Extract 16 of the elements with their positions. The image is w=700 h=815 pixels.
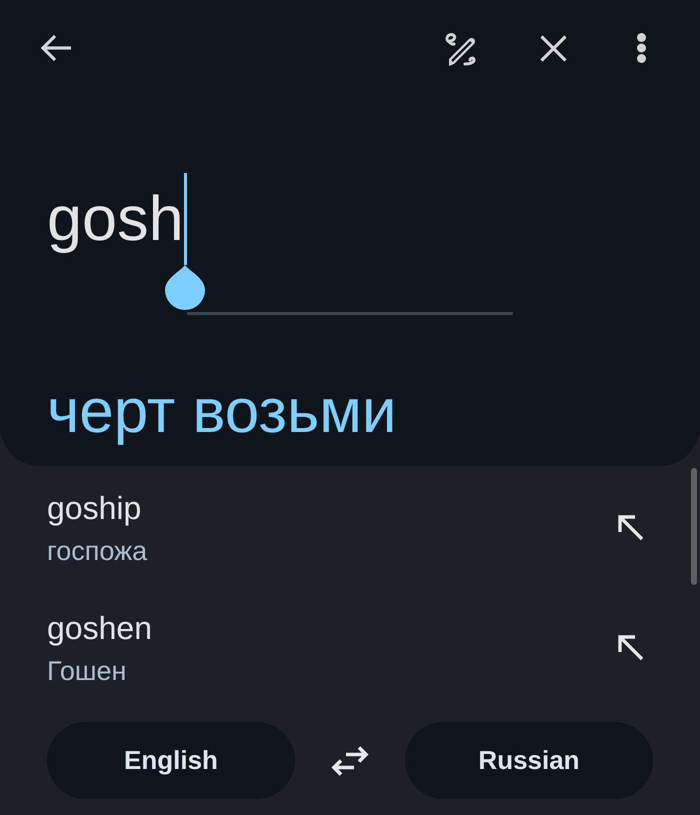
back-arrow-icon[interactable] (40, 34, 71, 62)
more-vertical-icon[interactable] (636, 33, 647, 63)
close-icon[interactable] (540, 34, 567, 62)
translation-text: черт возьми (47, 377, 397, 447)
source-language-button[interactable]: English (47, 722, 295, 799)
suggestion-word[interactable]: goship (47, 490, 142, 526)
suggestion-word[interactable]: goshen (47, 610, 152, 646)
swap-arrows-icon[interactable] (330, 744, 370, 776)
arrow-up-left-icon[interactable] (618, 635, 644, 661)
suggestion-translation: Гошен (47, 654, 126, 686)
suggestion-translation: госпожа (47, 534, 148, 566)
arrow-up-left-icon[interactable] (618, 515, 644, 541)
cursor-handle-icon[interactable] (165, 265, 206, 310)
scrollbar-thumb[interactable] (691, 468, 697, 585)
input-field[interactable]: gosh (47, 173, 513, 315)
target-language-button[interactable]: Russian (405, 722, 653, 799)
